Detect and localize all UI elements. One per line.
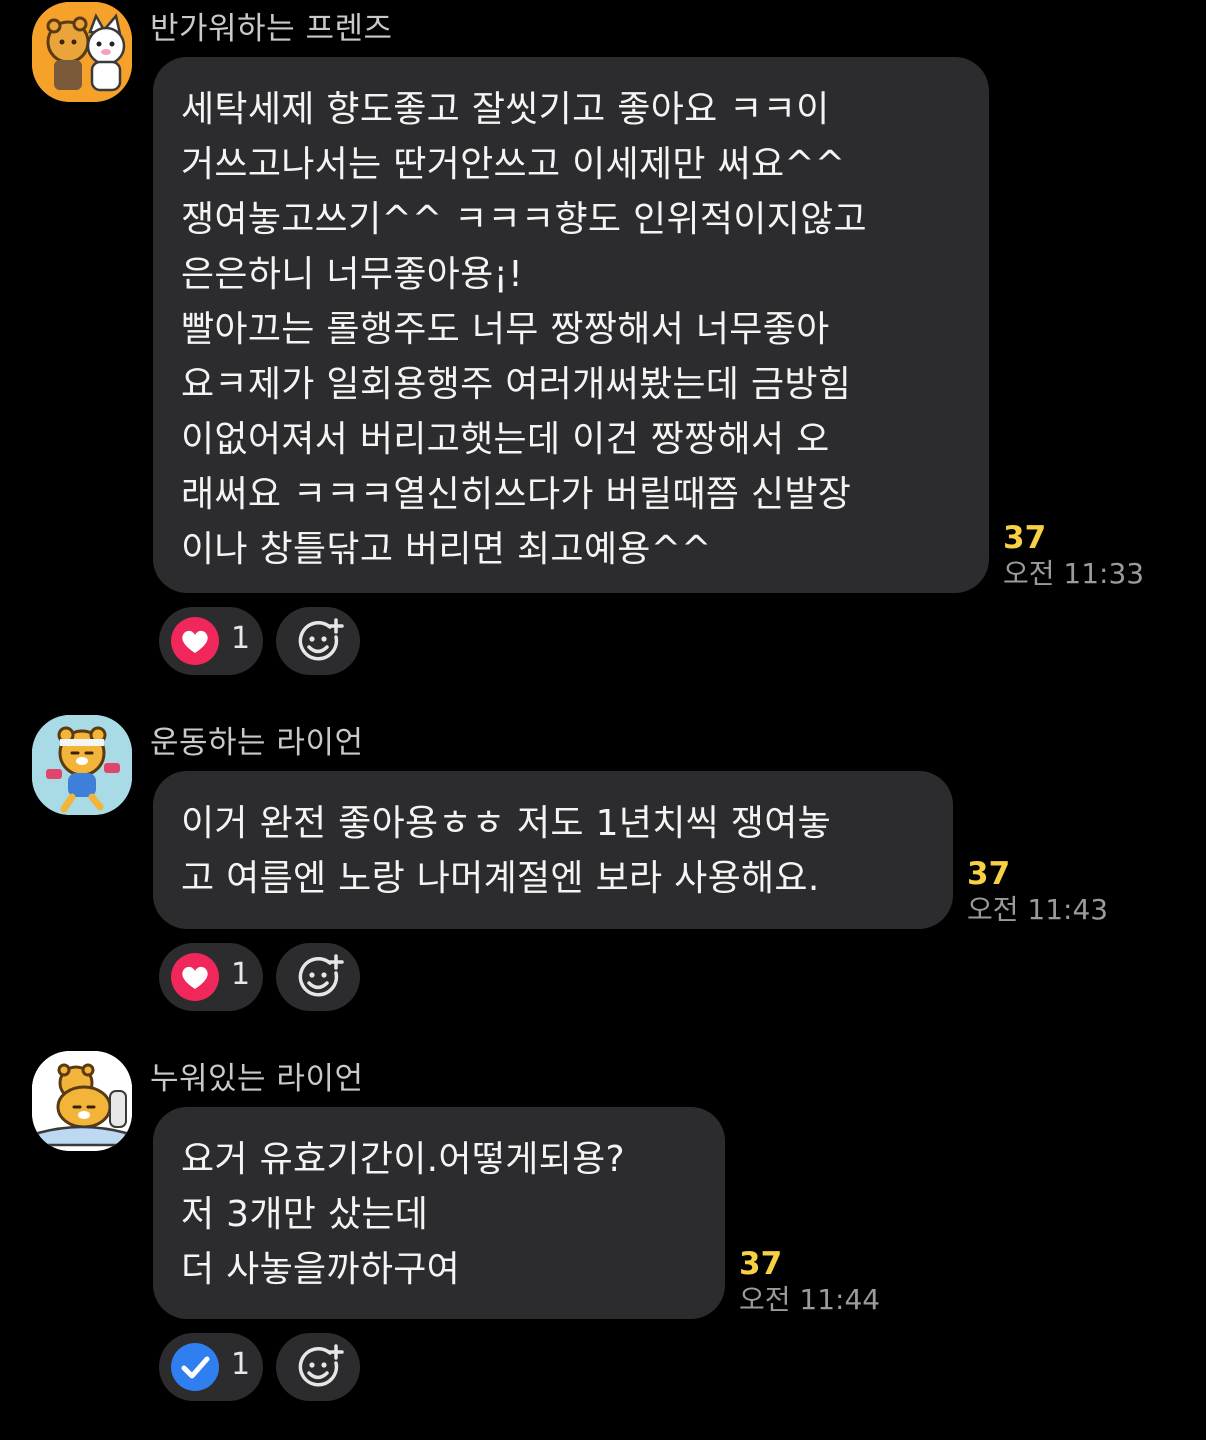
add-emoji-icon (298, 1344, 344, 1387)
timestamp: 오전 11:33 (1003, 557, 1145, 590)
reaction-chip[interactable]: 1 (159, 943, 263, 1011)
message-text: 요거 유효기간이.어떻게되용? 저 3개만 샀는데 더 사놓을까하구여 (181, 1139, 625, 1290)
message-bubble[interactable]: 이거 완전 좋아용ㅎㅎ 저도 1년치씩 쟁여놓 고 여름엔 노랑 나머계절엔 보… (153, 771, 953, 929)
message-bubble[interactable]: 세탁세제 향도좋고 잘씻기고 좋아요 ㅋㅋ이 거쓰고나서는 딴거안쓰고 이세제만… (153, 57, 989, 593)
unread-count: 37 (1003, 520, 1047, 556)
add-emoji-icon (298, 618, 344, 661)
check-icon (171, 1343, 219, 1391)
unread-count: 37 (739, 1246, 783, 1282)
reaction-count: 1 (231, 1347, 251, 1382)
sender-name: 반가워하는 프렌즈 (150, 11, 393, 47)
add-reaction-button[interactable] (276, 607, 360, 675)
lying-ryan-avatar-icon[interactable] (32, 1051, 132, 1151)
add-emoji-icon (298, 954, 344, 997)
message-meta: 37 오전 11:43 (967, 856, 1108, 928)
sender-name: 운동하는 라이언 (150, 725, 364, 761)
friends-avatar-icon[interactable] (32, 2, 132, 102)
heart-icon (171, 617, 219, 665)
message-text: 이거 완전 좋아용ㅎㅎ 저도 1년치씩 쟁여놓 고 여름엔 노랑 나머계절엔 보… (181, 803, 832, 899)
exercising-ryan-avatar-icon[interactable] (32, 715, 132, 815)
unread-count: 37 (967, 856, 1011, 892)
reaction-count: 1 (231, 957, 251, 992)
add-reaction-button[interactable] (276, 943, 360, 1011)
message-meta: 37 오전 11:33 (1003, 520, 1144, 592)
heart-icon (171, 953, 219, 1001)
timestamp: 오전 11:43 (967, 893, 1109, 926)
message-meta: 37 오전 11:44 (739, 1246, 880, 1318)
add-reaction-button[interactable] (276, 1333, 360, 1401)
reaction-count: 1 (231, 621, 251, 656)
message-text: 세탁세제 향도좋고 잘씻기고 좋아요 ㅋㅋ이 거쓰고나서는 딴거안쓰고 이세제만… (181, 89, 867, 570)
reaction-chip[interactable]: 1 (159, 1333, 263, 1401)
timestamp: 오전 11:44 (739, 1283, 881, 1316)
sender-name: 누워있는 라이언 (150, 1061, 364, 1097)
message-bubble[interactable]: 요거 유효기간이.어떻게되용? 저 3개만 샀는데 더 사놓을까하구여 (153, 1107, 725, 1319)
reaction-chip[interactable]: 1 (159, 607, 263, 675)
